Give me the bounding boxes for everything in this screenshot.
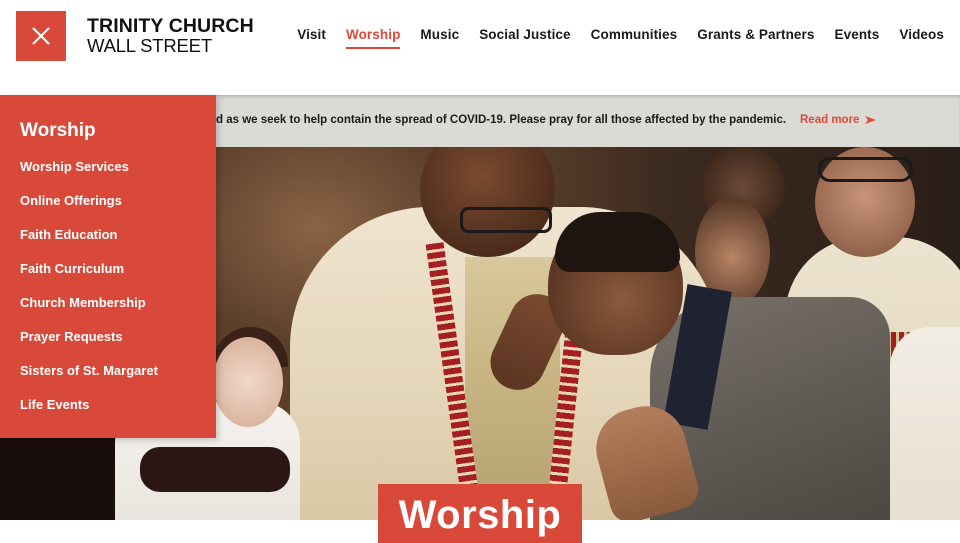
nav-grants-partners[interactable]: Grants & Partners bbox=[697, 27, 814, 46]
menu-item-faith-curriculum[interactable]: Faith Curriculum bbox=[20, 262, 196, 296]
arrow-right-icon bbox=[865, 116, 877, 124]
hero-title-block: Worship bbox=[378, 484, 582, 543]
dropdown-title[interactable]: Worship bbox=[20, 120, 196, 142]
hero-baby-head bbox=[213, 337, 283, 427]
hero-clergy-right-glasses bbox=[818, 157, 913, 182]
read-more-label: Read more bbox=[800, 114, 860, 126]
close-icon bbox=[32, 27, 50, 45]
hero-holder-arm bbox=[140, 447, 290, 492]
hero-congregant-hair bbox=[555, 212, 680, 272]
read-more-link[interactable]: Read more bbox=[800, 114, 877, 126]
hero-robe-edge bbox=[890, 327, 960, 520]
nav-music[interactable]: Music bbox=[420, 27, 459, 46]
nav-visit[interactable]: Visit bbox=[297, 27, 326, 46]
menu-item-church-membership[interactable]: Church Membership bbox=[20, 296, 196, 330]
nav-social-justice[interactable]: Social Justice bbox=[479, 27, 570, 46]
nav-videos[interactable]: Videos bbox=[899, 27, 944, 46]
hero-priest-glasses bbox=[460, 207, 552, 233]
menu-item-online-offerings[interactable]: Online Offerings bbox=[20, 194, 196, 228]
menu-item-worship-services[interactable]: Worship Services bbox=[20, 160, 196, 194]
logo-line2: WALL STREET bbox=[87, 34, 212, 56]
nav-events[interactable]: Events bbox=[835, 27, 880, 46]
menu-item-faith-education[interactable]: Faith Education bbox=[20, 228, 196, 262]
page-title: Worship bbox=[398, 493, 562, 537]
alert-message: d as we seek to help contain the spread … bbox=[216, 114, 787, 126]
site-logo[interactable]: TRINITY CHURCH WALL STREET bbox=[87, 15, 254, 56]
main-nav: Visit Worship Music Social Justice Commu… bbox=[277, 27, 944, 49]
worship-dropdown-menu: Worship Worship Services Online Offering… bbox=[0, 95, 216, 438]
logo-line1: TRINITY CHURCH bbox=[87, 15, 254, 37]
nav-worship[interactable]: Worship bbox=[345, 27, 401, 49]
site-header: TRINITY CHURCH WALL STREET Visit Worship… bbox=[0, 0, 960, 95]
menu-item-sisters-st-margaret[interactable]: Sisters of St. Margaret bbox=[20, 364, 196, 398]
menu-item-life-events[interactable]: Life Events bbox=[20, 398, 196, 432]
menu-close-button[interactable] bbox=[16, 11, 66, 61]
nav-communities[interactable]: Communities bbox=[591, 27, 678, 46]
menu-item-prayer-requests[interactable]: Prayer Requests bbox=[20, 330, 196, 364]
